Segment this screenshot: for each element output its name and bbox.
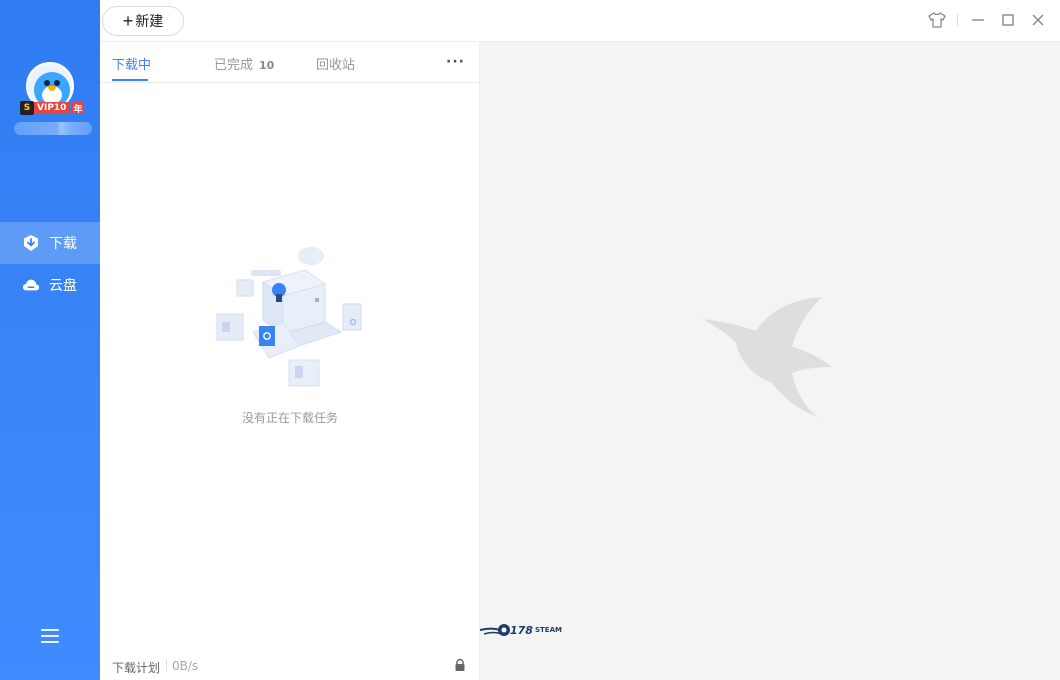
brand-swoosh-icon bbox=[480, 624, 510, 636]
maximize-icon[interactable] bbox=[998, 10, 1018, 30]
tab-completed[interactable]: 已完成 10 bbox=[214, 54, 274, 73]
panel-footer: 下载计划 0B/s bbox=[100, 650, 480, 680]
brand-word: STEAM bbox=[534, 626, 562, 634]
controls-divider bbox=[957, 14, 958, 26]
username-blurred bbox=[14, 122, 92, 135]
minimize-icon[interactable] bbox=[968, 10, 988, 30]
hummingbird-watermark-icon bbox=[702, 297, 832, 417]
vip-year: 年 bbox=[71, 102, 85, 115]
skin-icon[interactable] bbox=[927, 10, 947, 30]
footer-divider bbox=[166, 660, 167, 671]
vip-s-mark: S bbox=[20, 101, 34, 115]
task-panel: 下载中 已完成 10 回收站 ··· 没有正在下载任务 下载计划 0B/s bbox=[100, 42, 480, 680]
sidebar-item-label: 下载 bbox=[49, 236, 77, 252]
new-task-label: 新建 bbox=[135, 13, 164, 29]
new-task-button[interactable]: + 新建 bbox=[102, 6, 184, 36]
active-tab-indicator bbox=[112, 79, 148, 81]
download-speed: 0B/s bbox=[172, 659, 199, 673]
tab-completed-label: 已完成 bbox=[214, 58, 254, 73]
sidebar: S VIP10 年 下载 云盘 bbox=[0, 0, 100, 680]
lock-icon[interactable] bbox=[453, 658, 467, 672]
task-tabs: 下载中 已完成 10 回收站 ··· bbox=[100, 42, 480, 83]
tab-recycle-bin[interactable]: 回收站 bbox=[316, 54, 355, 73]
download-plan-link[interactable]: 下载计划 bbox=[112, 659, 160, 676]
sidebar-item-download[interactable]: 下载 bbox=[0, 222, 100, 264]
cloud-icon bbox=[22, 276, 40, 294]
empty-state-message: 没有正在下载任务 bbox=[241, 411, 338, 425]
close-icon[interactable] bbox=[1028, 10, 1048, 30]
sidebar-item-label: 云盘 bbox=[49, 278, 77, 294]
window-controls bbox=[917, 10, 1048, 30]
download-shield-icon bbox=[22, 234, 40, 252]
plus-icon: + bbox=[122, 11, 134, 31]
more-options-icon[interactable]: ··· bbox=[446, 54, 465, 70]
brand-logo: 178 STEAM bbox=[480, 620, 562, 640]
vip-badge[interactable]: S VIP10 年 bbox=[20, 101, 85, 115]
detail-area bbox=[480, 42, 1060, 680]
sidebar-item-cloud[interactable]: 云盘 bbox=[0, 264, 100, 306]
empty-state-illustration bbox=[216, 247, 362, 387]
brand-number: 178 bbox=[510, 623, 533, 637]
tab-completed-count: 10 bbox=[259, 59, 275, 72]
hamburger-menu-icon[interactable] bbox=[41, 629, 59, 645]
top-bar: + 新建 bbox=[100, 0, 1060, 42]
vip-level: VIP10 bbox=[34, 102, 70, 114]
tab-downloading[interactable]: 下载中 bbox=[112, 54, 151, 73]
